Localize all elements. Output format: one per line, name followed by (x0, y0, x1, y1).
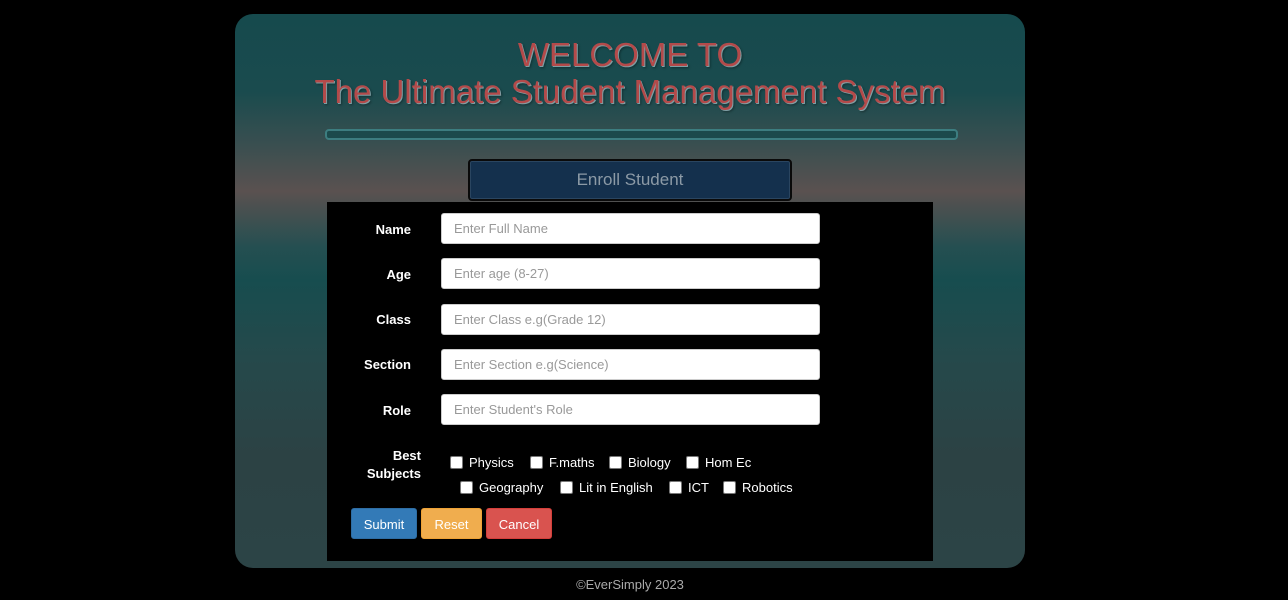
lit-english-checkbox[interactable] (560, 481, 573, 494)
name-input[interactable] (441, 213, 820, 244)
fmaths-checkbox[interactable] (530, 456, 543, 469)
subject-robotics[interactable]: Robotics (723, 480, 793, 495)
submit-button[interactable]: Submit (351, 508, 417, 539)
subject-lit-english[interactable]: Lit in English (560, 480, 653, 495)
system-title: The Ultimate Student Management System (314, 73, 946, 110)
role-label: Role (382, 403, 411, 418)
biology-checkbox[interactable] (609, 456, 622, 469)
cancel-button[interactable]: Cancel (486, 508, 552, 539)
best-subjects-label-line1: Best (392, 448, 421, 463)
robotics-label: Robotics (742, 480, 793, 495)
class-input[interactable] (441, 304, 820, 335)
homec-checkbox[interactable] (686, 456, 699, 469)
ict-checkbox[interactable] (669, 481, 682, 494)
biology-label: Biology (628, 455, 671, 470)
subject-ict[interactable]: ICT (669, 480, 709, 495)
enroll-form-panel (327, 202, 933, 561)
age-label: Age (386, 267, 411, 282)
subject-physics[interactable]: Physics (450, 455, 514, 470)
subject-homec[interactable]: Hom Ec (686, 455, 751, 470)
name-label: Name (375, 222, 411, 237)
lit-english-label: Lit in English (579, 480, 653, 495)
reset-button[interactable]: Reset (421, 508, 482, 539)
subject-biology[interactable]: Biology (609, 455, 671, 470)
welcome-heading: WELCOME TO (517, 36, 743, 73)
robotics-checkbox[interactable] (723, 481, 736, 494)
enroll-student-tab[interactable]: Enroll Student (468, 159, 792, 201)
best-subjects-label: Best Subjects (331, 447, 421, 483)
footer-copyright: ©EverSimply 2023 (576, 577, 684, 592)
divider-bar (325, 129, 958, 140)
fmaths-label: F.maths (549, 455, 595, 470)
subject-geography[interactable]: Geography (460, 480, 543, 495)
section-input[interactable] (441, 349, 820, 380)
role-input[interactable] (441, 394, 820, 425)
class-label: Class (376, 312, 411, 327)
age-input[interactable] (441, 258, 820, 289)
homec-label: Hom Ec (705, 455, 752, 470)
subject-fmaths[interactable]: F.maths (530, 455, 595, 470)
section-label: Section (364, 357, 411, 372)
physics-label: Physics (469, 455, 514, 470)
physics-checkbox[interactable] (450, 456, 463, 469)
geography-checkbox[interactable] (460, 481, 473, 494)
best-subjects-label-line2: Subjects (366, 466, 421, 481)
ict-label: ICT (688, 480, 709, 495)
geography-label: Geography (479, 480, 544, 495)
